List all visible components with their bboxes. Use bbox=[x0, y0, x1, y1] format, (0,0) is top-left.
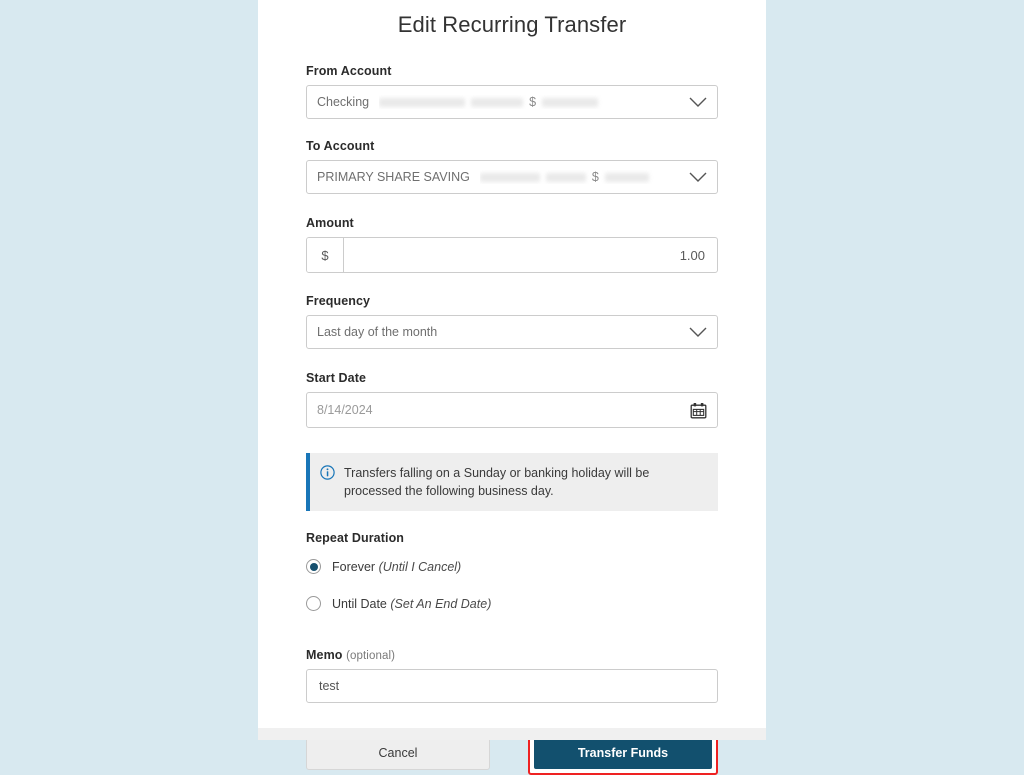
to-account-value: PRIMARY SHARE SAVING bbox=[317, 170, 470, 184]
field-frequency: Frequency Last day of the month bbox=[306, 294, 718, 349]
redacted-account-suffix bbox=[471, 97, 524, 107]
radio-until-date-main: Until Date bbox=[332, 596, 387, 611]
radio-option-until-date[interactable]: Until Date (Set An End Date) bbox=[306, 596, 718, 612]
to-account-masked-details: $ bbox=[479, 170, 689, 184]
transfer-form-card: Edit Recurring Transfer From Account Che… bbox=[258, 0, 766, 775]
start-date-value: 8/14/2024 bbox=[317, 403, 373, 417]
frequency-select[interactable]: Last day of the month bbox=[306, 315, 718, 349]
chevron-down-icon bbox=[689, 327, 707, 338]
to-account-currency-symbol: $ bbox=[591, 170, 599, 184]
field-to-account: To Account PRIMARY SHARE SAVING $ bbox=[306, 139, 718, 194]
to-account-select[interactable]: PRIMARY SHARE SAVING $ bbox=[306, 160, 718, 194]
from-account-select[interactable]: Checking $ bbox=[306, 85, 718, 119]
page-title: Edit Recurring Transfer bbox=[397, 12, 627, 37]
amount-currency-prefix: $ bbox=[307, 238, 344, 272]
chevron-down-icon bbox=[689, 97, 707, 108]
cancel-button[interactable]: Cancel bbox=[306, 736, 490, 771]
radio-forever-sub: (Until I Cancel) bbox=[378, 559, 462, 574]
field-repeat-duration: Repeat Duration Forever (Until I Cancel)… bbox=[306, 531, 718, 612]
radio-option-forever[interactable]: Forever (Until I Cancel) bbox=[306, 559, 718, 575]
memo-input[interactable]: test bbox=[306, 669, 718, 704]
radio-until-date-label: Until Date (Set An End Date) bbox=[332, 597, 491, 611]
redacted-account-balance bbox=[542, 97, 599, 107]
start-date-input[interactable]: 8/14/2024 bbox=[306, 392, 718, 428]
card-footer-band bbox=[258, 728, 766, 740]
field-start-date: Start Date 8/14/2024 bbox=[306, 371, 718, 428]
amount-input[interactable]: 1.00 bbox=[344, 238, 717, 272]
field-from-account: From Account Checking $ bbox=[306, 64, 718, 119]
info-banner-text: Transfers falling on a Sunday or banking… bbox=[344, 466, 650, 499]
frequency-value: Last day of the month bbox=[317, 325, 438, 339]
radio-forever-label: Forever (Until I Cancel) bbox=[332, 560, 461, 574]
start-date-label: Start Date bbox=[306, 371, 367, 385]
radio-forever-main: Forever bbox=[332, 559, 376, 574]
calendar-icon[interactable] bbox=[690, 402, 707, 419]
chevron-down-icon bbox=[689, 172, 707, 183]
memo-label-text: Memo bbox=[306, 648, 343, 663]
to-account-label: To Account bbox=[306, 139, 375, 153]
memo-value: test bbox=[319, 679, 340, 694]
frequency-label: Frequency bbox=[306, 294, 371, 308]
page-root: Edit Recurring Transfer From Account Che… bbox=[0, 0, 1024, 775]
redacted-account-number bbox=[479, 172, 540, 182]
field-memo: Memo (optional) test bbox=[306, 648, 718, 704]
transfer-funds-button[interactable]: Transfer Funds bbox=[534, 737, 712, 770]
radio-until-date-sub: (Set An End Date) bbox=[390, 596, 492, 611]
memo-label: Memo (optional) bbox=[306, 648, 718, 662]
field-amount: Amount $ 1.00 bbox=[306, 216, 718, 273]
redacted-account-balance bbox=[604, 172, 649, 182]
memo-optional-hint: (optional) bbox=[346, 650, 396, 663]
redacted-account-suffix bbox=[545, 172, 586, 182]
radio-forever-indicator[interactable] bbox=[306, 559, 321, 575]
from-account-currency-symbol: $ bbox=[529, 95, 537, 109]
from-account-masked-details: $ bbox=[379, 95, 689, 109]
info-circle-icon bbox=[320, 465, 335, 480]
amount-input-group[interactable]: $ 1.00 bbox=[306, 237, 718, 273]
info-banner: Transfers falling on a Sunday or banking… bbox=[306, 453, 718, 512]
from-account-label: From Account bbox=[306, 64, 392, 78]
radio-until-date-indicator[interactable] bbox=[306, 596, 321, 612]
amount-label: Amount bbox=[306, 216, 354, 230]
from-account-value: Checking bbox=[317, 95, 370, 109]
redacted-account-number bbox=[379, 97, 466, 107]
form-body: From Account Checking $ To Account PRIMA… bbox=[258, 64, 766, 775]
repeat-duration-label: Repeat Duration bbox=[306, 531, 405, 546]
